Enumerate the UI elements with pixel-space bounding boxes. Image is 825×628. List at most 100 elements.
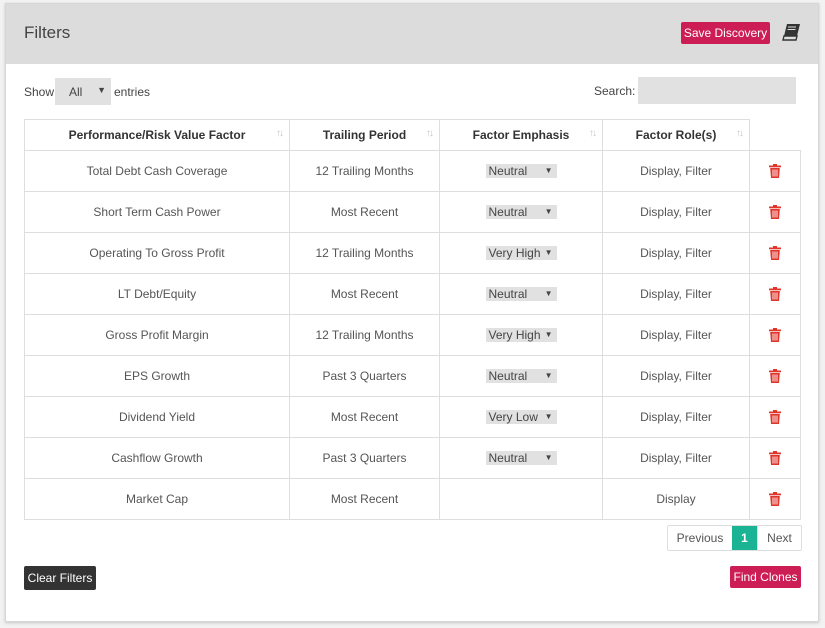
entries-select-value: All: [69, 85, 83, 99]
column-header-roles[interactable]: Factor Role(s) ↑↓: [602, 119, 750, 151]
delete-cell: [749, 273, 801, 315]
emphasis-value: Neutral: [488, 164, 528, 179]
column-header-emphasis[interactable]: Factor Emphasis ↑↓: [439, 119, 603, 151]
caret-down-icon: ▼: [544, 248, 553, 258]
pagination: Previous 1 Next: [667, 525, 802, 551]
trash-icon[interactable]: [768, 205, 781, 220]
period-cell: 12 Trailing Months: [289, 232, 440, 274]
column-header-label: Performance/Risk Value Factor: [68, 128, 246, 142]
table-row: Operating To Gross Profit 12 Trailing Mo…: [24, 232, 801, 274]
emphasis-cell: Neutral ▼: [439, 437, 603, 479]
emphasis-select[interactable]: Neutral ▼: [485, 205, 557, 220]
roles-cell: Display, Filter: [602, 396, 750, 438]
factor-cell: Market Cap: [24, 478, 290, 520]
sort-icon: ↑↓: [426, 128, 434, 139]
roles-cell: Display: [602, 478, 750, 520]
delete-cell: [749, 314, 801, 356]
emphasis-value: Very Low: [488, 410, 538, 425]
caret-down-icon: ▼: [544, 166, 553, 176]
delete-cell: [749, 396, 801, 438]
caret-down-icon: ▼: [544, 412, 553, 422]
sort-icon: ↑↓: [589, 128, 597, 139]
emphasis-cell: Neutral ▼: [439, 355, 603, 397]
save-discovery-button[interactable]: Save Discovery: [681, 22, 770, 44]
roles-cell: Display, Filter: [602, 232, 750, 274]
previous-page-button[interactable]: Previous: [668, 526, 732, 550]
column-header-label: Factor Role(s): [635, 128, 717, 142]
trash-icon[interactable]: [768, 369, 781, 384]
trash-icon[interactable]: [768, 328, 781, 343]
emphasis-value: Very High: [488, 246, 541, 261]
caret-down-icon: ▼: [97, 85, 106, 95]
factor-cell: EPS Growth: [24, 355, 290, 397]
table-row: LT Debt/Equity Most Recent Neutral ▼ Disp…: [24, 273, 801, 315]
delete-cell: [749, 191, 801, 233]
delete-cell: [749, 150, 801, 192]
book-icon[interactable]: [782, 22, 802, 42]
table-row: EPS Growth Past 3 Quarters Neutral ▼ Disp…: [24, 355, 801, 397]
period-cell: Most Recent: [289, 478, 440, 520]
period-cell: Most Recent: [289, 273, 440, 315]
sort-icon: ↑↓: [736, 128, 744, 139]
page-1-button[interactable]: 1: [732, 526, 757, 550]
trash-icon[interactable]: [768, 164, 781, 179]
column-header-factor[interactable]: Performance/Risk Value Factor ↑↓: [24, 119, 290, 151]
trash-icon[interactable]: [768, 451, 781, 466]
entries-label: entries: [114, 85, 151, 99]
emphasis-value: Neutral: [488, 205, 528, 220]
emphasis-value: Neutral: [488, 369, 528, 384]
trash-icon[interactable]: [768, 492, 781, 507]
emphasis-cell: Neutral ▼: [439, 150, 603, 192]
table-row: Dividend Yield Most Recent Very Low ▼ Dis…: [24, 396, 801, 438]
emphasis-select[interactable]: Neutral ▼: [485, 287, 557, 302]
emphasis-cell: [439, 478, 603, 520]
find-clones-button[interactable]: Find Clones: [730, 566, 801, 588]
caret-down-icon: ▼: [544, 371, 553, 381]
emphasis-select[interactable]: Neutral ▼: [485, 369, 557, 384]
period-cell: 12 Trailing Months: [289, 150, 440, 192]
column-header-label: Factor Emphasis: [472, 128, 570, 142]
emphasis-select[interactable]: Very Low ▼: [485, 410, 557, 425]
emphasis-select[interactable]: Very High ▼: [485, 246, 557, 261]
period-cell: Past 3 Quarters: [289, 437, 440, 479]
column-header-period[interactable]: Trailing Period ↑↓: [289, 119, 440, 151]
emphasis-select[interactable]: Neutral ▼: [485, 164, 557, 179]
filters-panel: Filters Save Discovery Show All ▼ entrie…: [5, 3, 819, 622]
search-input[interactable]: [638, 77, 796, 104]
factor-cell: Dividend Yield: [24, 396, 290, 438]
clear-filters-button[interactable]: Clear Filters: [24, 566, 96, 590]
factor-cell: Cashflow Growth: [24, 437, 290, 479]
emphasis-select[interactable]: Very High ▼: [485, 328, 557, 343]
emphasis-value: Neutral: [488, 451, 528, 466]
table-row: Short Term Cash Power Most Recent Neutra…: [24, 191, 801, 233]
emphasis-cell: Very High ▼: [439, 232, 603, 274]
trash-icon[interactable]: [768, 287, 781, 302]
next-page-button[interactable]: Next: [757, 526, 801, 550]
table-row: Cashflow Growth Past 3 Quarters Neutral ▼…: [24, 437, 801, 479]
period-cell: Most Recent: [289, 396, 440, 438]
caret-down-icon: ▼: [544, 330, 553, 340]
table-row: Market Cap Most Recent Display: [24, 478, 801, 520]
entries-select[interactable]: All ▼: [55, 78, 111, 105]
search-label: Search:: [594, 84, 636, 98]
trash-icon[interactable]: [768, 246, 781, 261]
table-row: Gross Profit Margin 12 Trailing Months V…: [24, 314, 801, 356]
emphasis-select[interactable]: Neutral ▼: [485, 451, 557, 466]
factor-cell: Total Debt Cash Coverage: [24, 150, 290, 192]
delete-cell: [749, 437, 801, 479]
sort-icon: ↑↓: [276, 128, 284, 139]
trash-icon[interactable]: [768, 410, 781, 425]
panel-title: Filters: [24, 23, 71, 42]
period-cell: Past 3 Quarters: [289, 355, 440, 397]
delete-cell: [749, 232, 801, 274]
factor-cell: Gross Profit Margin: [24, 314, 290, 356]
caret-down-icon: ▼: [544, 453, 553, 463]
factor-cell: Short Term Cash Power: [24, 191, 290, 233]
factor-cell: Operating To Gross Profit: [24, 232, 290, 274]
period-cell: Most Recent: [289, 191, 440, 233]
caret-down-icon: ▼: [544, 289, 553, 299]
caret-down-icon: ▼: [544, 207, 553, 217]
delete-cell: [749, 355, 801, 397]
table-header-row: Performance/Risk Value Factor ↑↓ Trailin…: [24, 119, 800, 151]
emphasis-value: Very High: [488, 328, 541, 343]
